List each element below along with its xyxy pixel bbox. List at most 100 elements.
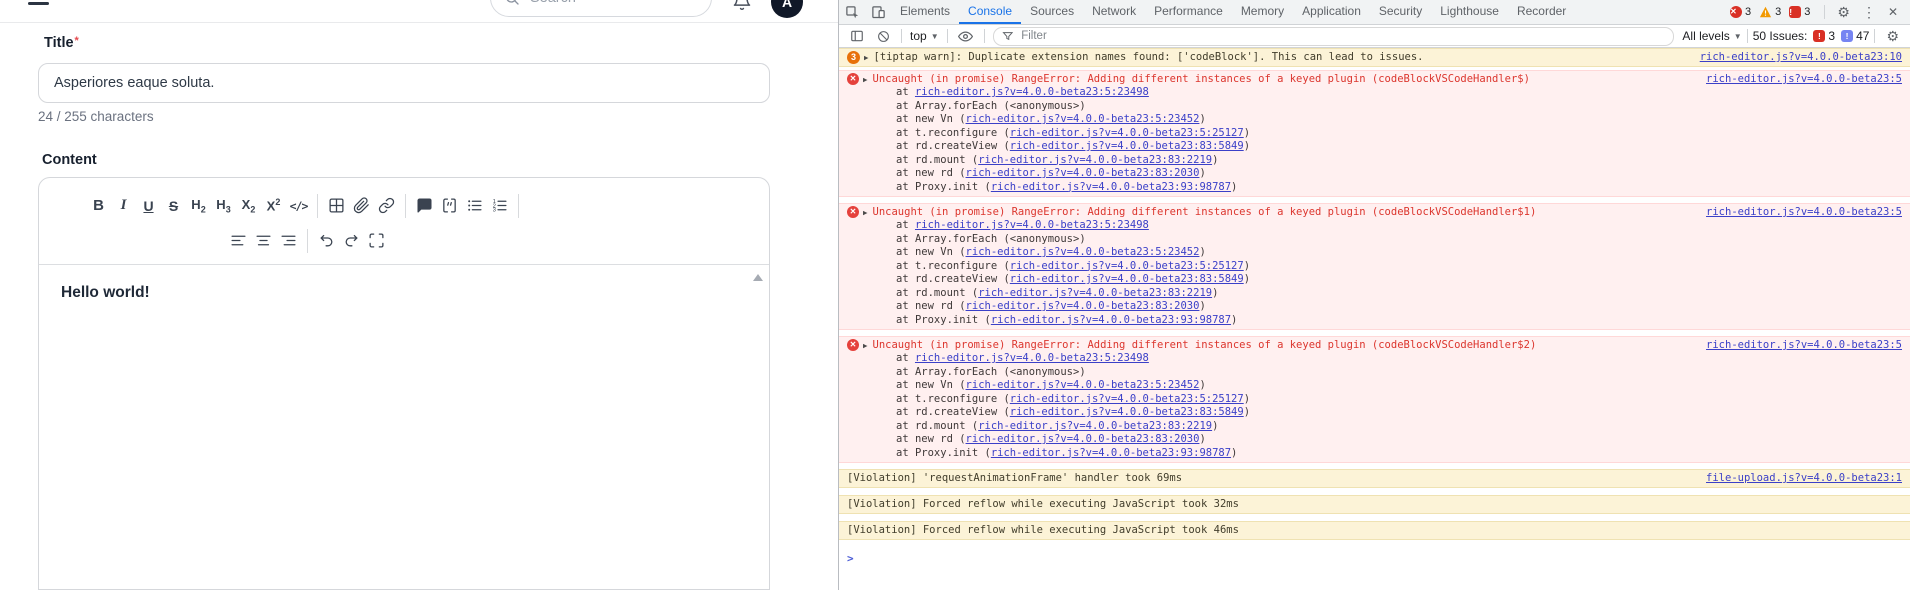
warnings-badge[interactable]: 3 bbox=[1759, 6, 1781, 18]
table-button[interactable] bbox=[324, 193, 349, 218]
source-location-link[interactable]: rich-editor.js?v=4.0.0-beta23:5 bbox=[1706, 73, 1902, 86]
stack-source-link[interactable]: rich-editor.js?v=4.0.0-beta23:83:2030 bbox=[966, 167, 1200, 179]
stack-source-link[interactable]: rich-editor.js?v=4.0.0-beta23:5:23452 bbox=[966, 246, 1200, 258]
tab-performance[interactable]: Performance bbox=[1145, 0, 1232, 24]
tab-recorder[interactable]: Recorder bbox=[1508, 0, 1575, 24]
stack-source-link[interactable]: rich-editor.js?v=4.0.0-beta23:5:23452 bbox=[966, 113, 1200, 125]
tab-network[interactable]: Network bbox=[1083, 0, 1145, 24]
link-button[interactable] bbox=[374, 193, 399, 218]
expand-triangle-icon[interactable]: ▶ bbox=[864, 51, 869, 64]
bullet-list-button[interactable] bbox=[462, 193, 487, 218]
tab-console[interactable]: Console bbox=[959, 0, 1022, 24]
undo-button[interactable] bbox=[314, 228, 339, 253]
source-location-link[interactable]: rich-editor.js?v=4.0.0-beta23:10 bbox=[1700, 51, 1902, 64]
stack-source-link[interactable]: rich-editor.js?v=4.0.0-beta23:5:25127 bbox=[1010, 393, 1244, 405]
align-right-button[interactable] bbox=[276, 228, 301, 253]
inspect-element-icon[interactable] bbox=[839, 0, 865, 24]
search-box[interactable] bbox=[490, 0, 712, 17]
stack-frame: at Proxy.init (rich-editor.js?v=4.0.0-be… bbox=[896, 180, 1238, 193]
ordered-list-button[interactable]: 123 bbox=[487, 193, 512, 218]
tab-lighthouse[interactable]: Lighthouse bbox=[1431, 0, 1508, 24]
hamburger-menu-icon[interactable] bbox=[28, 2, 49, 12]
tab-application[interactable]: Application bbox=[1293, 0, 1370, 24]
tab-memory[interactable]: Memory bbox=[1232, 0, 1293, 24]
stack-source-link[interactable]: rich-editor.js?v=4.0.0-beta23:83:2219 bbox=[978, 154, 1212, 166]
clear-console-icon[interactable] bbox=[870, 30, 896, 43]
close-devtools-icon[interactable]: ✕ bbox=[1882, 0, 1904, 25]
expand-triangle-icon[interactable]: ▶ bbox=[863, 73, 868, 86]
fullscreen-icon bbox=[369, 233, 384, 248]
tab-security[interactable]: Security bbox=[1370, 0, 1431, 24]
redo-icon bbox=[345, 234, 358, 247]
strikethrough-button[interactable]: S bbox=[161, 193, 186, 218]
live-expression-eye-icon[interactable] bbox=[953, 29, 979, 44]
fullscreen-button[interactable] bbox=[364, 228, 389, 253]
search-icon bbox=[506, 0, 519, 5]
repeat-count-badge: 3 bbox=[847, 51, 860, 64]
subscript-button[interactable]: X2 bbox=[236, 193, 261, 218]
issues-badge[interactable]: ! 3 bbox=[1789, 6, 1810, 18]
expand-triangle-icon[interactable]: ▶ bbox=[863, 339, 868, 352]
stack-source-link[interactable]: rich-editor.js?v=4.0.0-beta23:5:23498 bbox=[915, 352, 1149, 364]
comment-button[interactable] bbox=[412, 193, 437, 218]
title-input[interactable] bbox=[38, 63, 770, 103]
underline-button[interactable]: U bbox=[136, 193, 161, 218]
stack-frame: at rd.createView (rich-editor.js?v=4.0.0… bbox=[896, 406, 1251, 418]
tab-elements[interactable]: Elements bbox=[891, 0, 959, 24]
stack-source-link[interactable]: rich-editor.js?v=4.0.0-beta23:5:23498 bbox=[915, 219, 1149, 231]
code-button[interactable]: </> bbox=[286, 193, 311, 218]
align-center-button[interactable] bbox=[251, 228, 276, 253]
stack-source-link[interactable]: rich-editor.js?v=4.0.0-beta23:93:98787 bbox=[991, 314, 1231, 326]
stack-source-link[interactable]: rich-editor.js?v=4.0.0-beta23:83:5849 bbox=[1010, 406, 1244, 418]
superscript-button[interactable]: X2 bbox=[261, 193, 286, 218]
kebab-menu-icon[interactable]: ⋮ bbox=[1856, 0, 1882, 25]
log-levels-selector[interactable]: All levels ▼ bbox=[1682, 29, 1741, 43]
errors-badge[interactable]: ✕ 3 bbox=[1730, 6, 1751, 18]
stack-source-link[interactable]: rich-editor.js?v=4.0.0-beta23:83:2030 bbox=[966, 433, 1200, 445]
h2-button[interactable]: H2 bbox=[186, 193, 211, 218]
stack-source-link[interactable]: rich-editor.js?v=4.0.0-beta23:5:25127 bbox=[1010, 127, 1244, 139]
h3-button[interactable]: H3 bbox=[211, 193, 236, 218]
tab-sources[interactable]: Sources bbox=[1021, 0, 1083, 24]
console-settings-gear-icon[interactable]: ⚙ bbox=[1880, 25, 1905, 47]
stack-source-link[interactable]: rich-editor.js?v=4.0.0-beta23:93:98787 bbox=[991, 447, 1231, 459]
context-selector[interactable]: top ▼ bbox=[907, 29, 942, 43]
redo-button[interactable] bbox=[339, 228, 364, 253]
console-filter[interactable] bbox=[992, 26, 1675, 46]
rich-text-editor: B I U S H2 H3 X2 X2 </> 1 2 3 Hello world! bbox=[38, 177, 770, 590]
source-location-link[interactable]: rich-editor.js?v=4.0.0-beta23:5 bbox=[1706, 206, 1902, 219]
stack-source-link[interactable]: rich-editor.js?v=4.0.0-beta23:5:23498 bbox=[915, 86, 1149, 98]
stack-source-link[interactable]: rich-editor.js?v=4.0.0-beta23:83:5849 bbox=[1010, 140, 1244, 152]
console-sidebar-icon[interactable] bbox=[844, 29, 870, 43]
expand-triangle-icon[interactable]: ▶ bbox=[863, 206, 868, 219]
scrollbar-up-arrow[interactable] bbox=[753, 274, 763, 281]
console-prompt[interactable]: > bbox=[839, 547, 1910, 570]
filter-input[interactable] bbox=[1019, 29, 1666, 43]
device-toolbar-icon[interactable] bbox=[865, 0, 891, 24]
attachment-button[interactable] bbox=[349, 193, 374, 218]
user-avatar[interactable]: A bbox=[771, 0, 803, 18]
stack-frame: at rd.createView (rich-editor.js?v=4.0.0… bbox=[896, 140, 1251, 152]
search-input[interactable] bbox=[528, 0, 682, 7]
notifications-bell-icon[interactable] bbox=[732, 0, 752, 11]
stack-source-link[interactable]: rich-editor.js?v=4.0.0-beta23:5:23452 bbox=[966, 379, 1200, 391]
italic-button[interactable]: I bbox=[111, 193, 136, 218]
stack-source-link[interactable]: rich-editor.js?v=4.0.0-beta23:83:2030 bbox=[966, 300, 1200, 312]
bold-button[interactable]: B bbox=[86, 193, 111, 218]
issues-counter[interactable]: 50 Issues: ! 3 ! 47 bbox=[1753, 29, 1870, 43]
source-location-link[interactable]: rich-editor.js?v=4.0.0-beta23:5 bbox=[1706, 339, 1902, 352]
toolbar-row-1: B I U S H2 H3 X2 X2 </> 1 2 3 bbox=[86, 193, 525, 218]
page-header: A bbox=[0, 0, 838, 23]
stack-source-link[interactable]: rich-editor.js?v=4.0.0-beta23:93:98787 bbox=[991, 181, 1231, 193]
stack-source-link[interactable]: rich-editor.js?v=4.0.0-beta23:83:2219 bbox=[978, 420, 1212, 432]
code-block-button[interactable] bbox=[437, 193, 462, 218]
settings-gear-icon[interactable]: ⚙ bbox=[1831, 0, 1856, 25]
editor-content[interactable]: Hello world! bbox=[39, 265, 769, 590]
source-location-link[interactable]: file-upload.js?v=4.0.0-beta23:1 bbox=[1706, 472, 1902, 485]
divider bbox=[1874, 29, 1876, 43]
stack-source-link[interactable]: rich-editor.js?v=4.0.0-beta23:5:25127 bbox=[1010, 260, 1244, 272]
stack-source-link[interactable]: rich-editor.js?v=4.0.0-beta23:83:2219 bbox=[978, 287, 1212, 299]
chevron-down-icon: ▼ bbox=[930, 31, 939, 41]
align-left-button[interactable] bbox=[226, 228, 251, 253]
stack-source-link[interactable]: rich-editor.js?v=4.0.0-beta23:83:5849 bbox=[1010, 273, 1244, 285]
